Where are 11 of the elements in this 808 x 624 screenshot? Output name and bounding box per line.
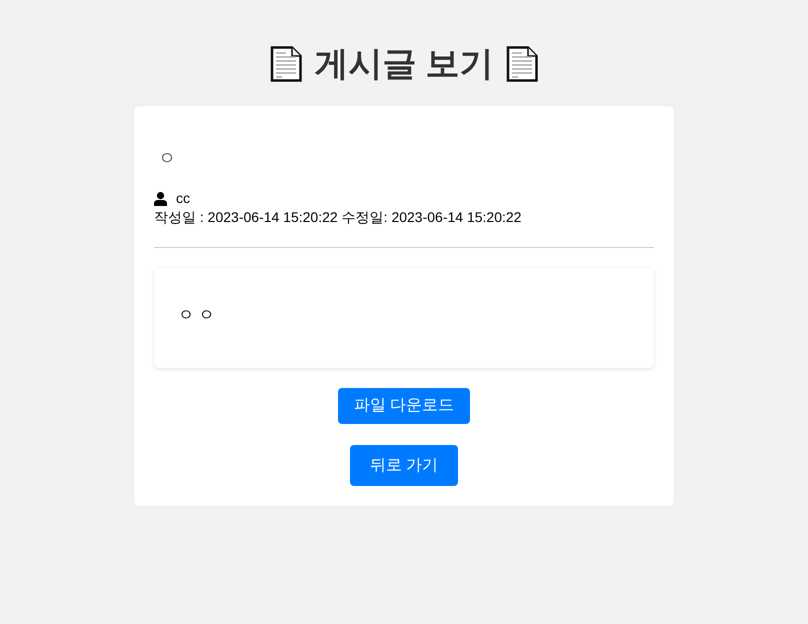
page-title: 게시글 보기 — [314, 44, 494, 84]
created-date: 작성일 : 2023-06-14 15:20:22 — [154, 208, 338, 227]
post-title: ㅇ — [158, 147, 177, 170]
document-icon — [506, 46, 538, 82]
document-icon — [270, 46, 302, 82]
person-icon — [154, 192, 167, 206]
post-content: ㅇ ㅇ — [154, 268, 654, 368]
back-button[interactable]: 뒤로 가기 — [350, 445, 458, 486]
download-button[interactable]: 파일 다운로드 — [338, 388, 470, 424]
modified-date: 수정일: 2023-06-14 15:20:22 — [342, 208, 522, 227]
author-name: cc — [176, 189, 190, 208]
